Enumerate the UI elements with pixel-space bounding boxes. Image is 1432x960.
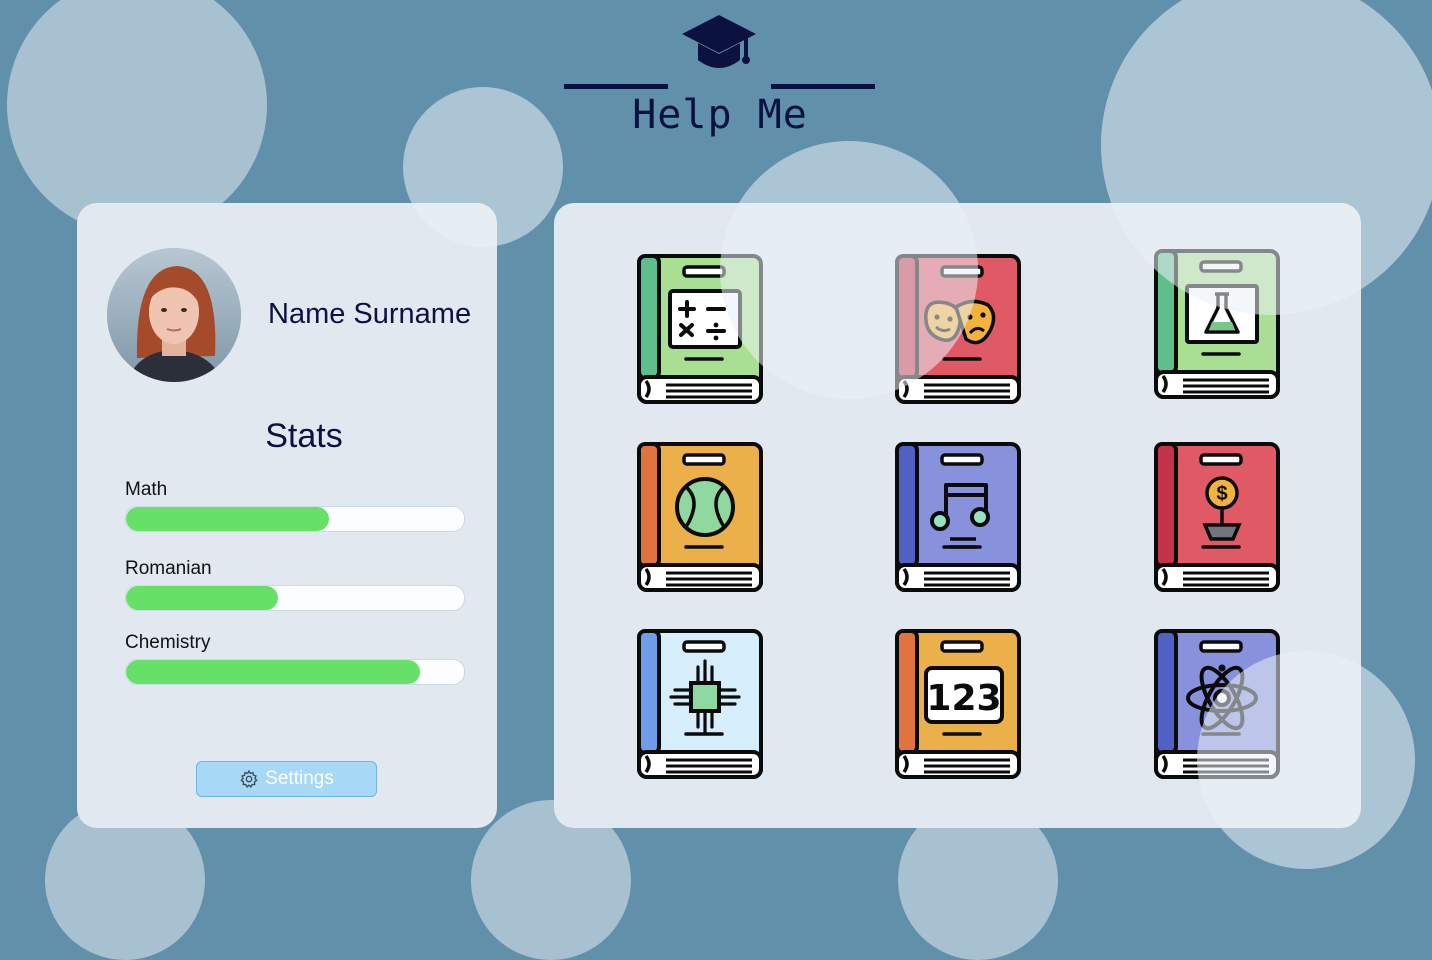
globe-geography-book-icon (637, 442, 763, 592)
microchip-technology-book-icon (637, 629, 763, 779)
app-header: Help Me (560, 10, 880, 150)
gear-icon (240, 769, 258, 788)
progress-track (125, 585, 465, 611)
avatar[interactable] (107, 248, 241, 382)
progress-fill (126, 660, 421, 684)
decor-bubble (7, 0, 267, 235)
subject-book-chemistry[interactable] (1153, 248, 1281, 400)
profile-panel: Name Surname Stats Math Romanian Chemist… (77, 203, 497, 828)
header-rule-right (771, 84, 875, 89)
progress-track (125, 506, 465, 532)
progress-track (125, 659, 465, 685)
stat-chemistry: Chemistry (125, 632, 465, 685)
subject-book-numbers[interactable]: 123 (894, 628, 1022, 780)
settings-button[interactable]: Settings (196, 761, 377, 797)
math-operations-book-icon (637, 254, 763, 404)
subjects-panel: $ 123 (554, 203, 1361, 828)
book-cover-text: 123 (926, 678, 1001, 719)
graduation-cap-icon (682, 15, 756, 68)
svg-text:$: $ (1216, 483, 1227, 505)
subject-book-music[interactable] (894, 441, 1022, 593)
stat-romanian: Romanian (125, 558, 465, 611)
user-name: Name Surname (268, 298, 472, 330)
subject-book-economics[interactable]: $ (1153, 441, 1281, 593)
flask-chemistry-book-icon (1154, 249, 1280, 399)
stat-label: Romanian (125, 558, 212, 579)
progress-fill (126, 507, 329, 531)
progress-fill (126, 586, 279, 610)
stat-label: Chemistry (125, 632, 211, 653)
subject-book-geography[interactable] (636, 441, 764, 593)
settings-label: Settings (265, 768, 334, 789)
subject-book-physics[interactable] (1153, 628, 1281, 780)
economics-money-plant-book-icon: $ (1154, 442, 1280, 592)
subject-book-theater[interactable] (894, 253, 1022, 405)
atom-physics-book-icon (1154, 629, 1280, 779)
stats-heading: Stats (265, 417, 343, 455)
app-title: Help Me (632, 92, 808, 138)
numbers-123-book-icon: 123 (895, 629, 1021, 779)
header-rule-left (564, 84, 668, 89)
stat-label: Math (125, 479, 168, 500)
subject-book-technology[interactable] (636, 628, 764, 780)
subject-book-math[interactable] (636, 253, 764, 405)
theater-masks-book-icon (895, 254, 1021, 404)
music-note-book-icon (895, 442, 1021, 592)
stat-math: Math (125, 479, 465, 532)
